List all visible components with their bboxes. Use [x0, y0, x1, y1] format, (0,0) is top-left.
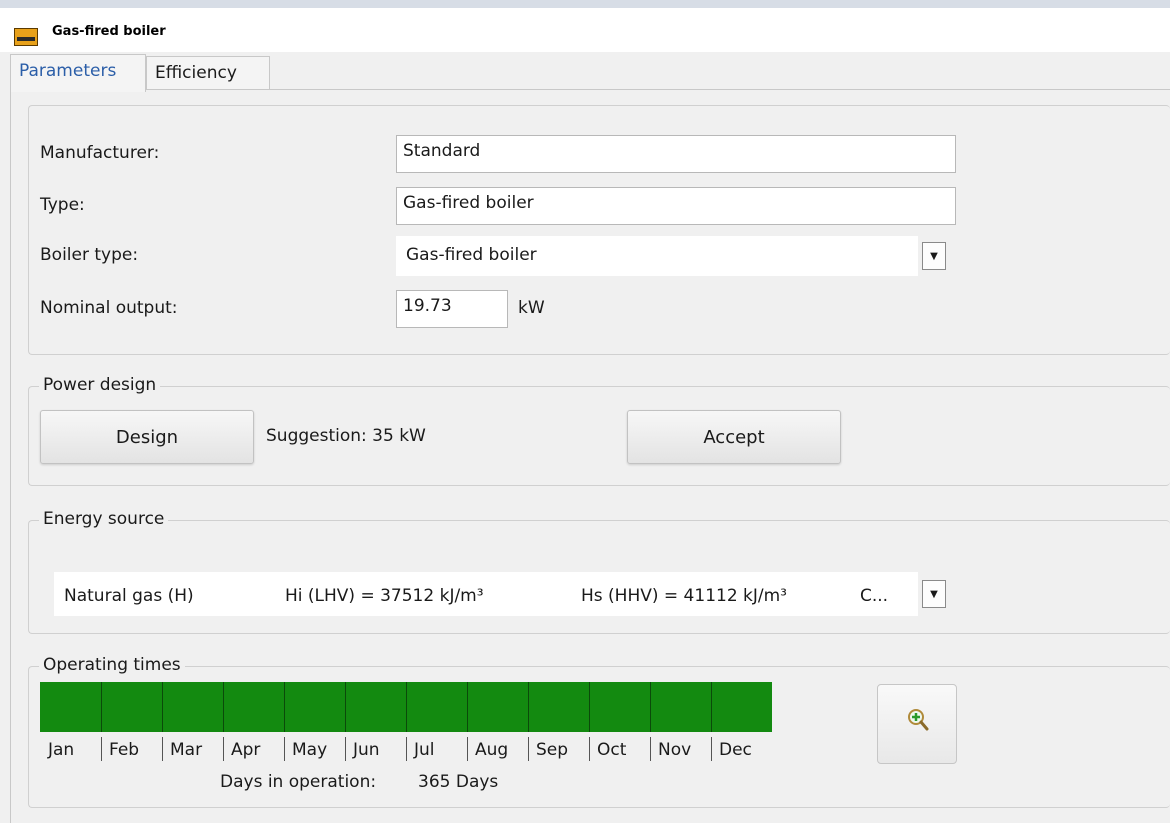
month-tick [528, 737, 529, 761]
boiler-type-label: Boiler type: [40, 245, 139, 265]
month-tick [284, 737, 285, 761]
month-divider [162, 682, 163, 732]
month-label-aug: Aug [475, 740, 509, 760]
accept-button[interactable]: Accept [627, 410, 841, 464]
month-tick [101, 737, 102, 761]
month-label-jan: Jan [48, 740, 75, 760]
type-label: Type: [40, 195, 85, 215]
tab-efficiency[interactable]: Efficiency [146, 56, 270, 90]
month-tick [345, 737, 346, 761]
design-button[interactable]: Design [40, 410, 254, 464]
energy-source-fuel: Natural gas (H) [64, 586, 194, 606]
chevron-down-icon: ▼ [930, 250, 938, 262]
operating-times-legend: Operating times [39, 655, 185, 675]
month-label-dec: Dec [719, 740, 752, 760]
boiler-type-select[interactable]: Gas-fired boiler [396, 236, 918, 276]
days-in-operation-value: 365 Days [418, 772, 499, 792]
zoom-in-icon [908, 709, 929, 731]
month-tick [589, 737, 590, 761]
type-field[interactable]: Gas-fired boiler [396, 187, 956, 225]
nominal-output-field[interactable]: 19.73 [396, 290, 508, 328]
month-divider [467, 682, 468, 732]
app-logo-icon [14, 28, 38, 46]
month-tick [711, 737, 712, 761]
nominal-output-unit: kW [518, 298, 545, 318]
month-divider [589, 682, 590, 732]
energy-source-legend: Energy source [39, 509, 169, 529]
window-title: Gas-fired boiler [52, 24, 166, 39]
month-tick [406, 737, 407, 761]
power-design-legend: Power design [39, 375, 161, 395]
month-divider [223, 682, 224, 732]
energy-source-select[interactable]: Natural gas (H) Hi (LHV) = 37512 kJ/m³ H… [54, 572, 918, 616]
month-tick [162, 737, 163, 761]
month-tick [467, 737, 468, 761]
manufacturer-field[interactable]: Standard [396, 135, 956, 173]
month-divider [650, 682, 651, 732]
month-divider [345, 682, 346, 732]
days-in-operation-label: Days in operation: [220, 772, 377, 792]
month-label-feb: Feb [109, 740, 140, 760]
window-title-bar: Gas-fired boiler [0, 0, 1170, 52]
power-suggestion: Suggestion: 35 kW [266, 426, 426, 446]
month-divider [406, 682, 407, 732]
energy-source-hi: Hi (LHV) = 37512 kJ/m³ [285, 586, 484, 606]
month-label-may: May [292, 740, 328, 760]
month-label-sep: Sep [536, 740, 569, 760]
month-label-jul: Jul [414, 740, 435, 760]
operating-months-bar[interactable] [40, 682, 772, 732]
energy-source-dropdown-button[interactable]: ▼ [922, 580, 946, 608]
month-label-mar: Mar [170, 740, 203, 760]
month-label-apr: Apr [231, 740, 261, 760]
month-tick [223, 737, 224, 761]
month-divider [711, 682, 712, 732]
nominal-output-label: Nominal output: [40, 298, 178, 318]
month-divider [101, 682, 102, 732]
chevron-down-icon: ▼ [930, 588, 938, 600]
month-tick [650, 737, 651, 761]
boiler-type-dropdown-button[interactable]: ▼ [922, 242, 946, 270]
month-label-jun: Jun [353, 740, 380, 760]
manufacturer-label: Manufacturer: [40, 143, 160, 163]
month-label-nov: Nov [658, 740, 692, 760]
tab-parameters[interactable]: Parameters [10, 54, 146, 92]
energy-source-more: C... [860, 586, 889, 606]
energy-source-hs: Hs (HHV) = 41112 kJ/m³ [581, 586, 788, 606]
month-divider [528, 682, 529, 732]
month-divider [284, 682, 285, 732]
month-label-oct: Oct [597, 740, 627, 760]
zoom-in-button[interactable] [877, 684, 957, 764]
